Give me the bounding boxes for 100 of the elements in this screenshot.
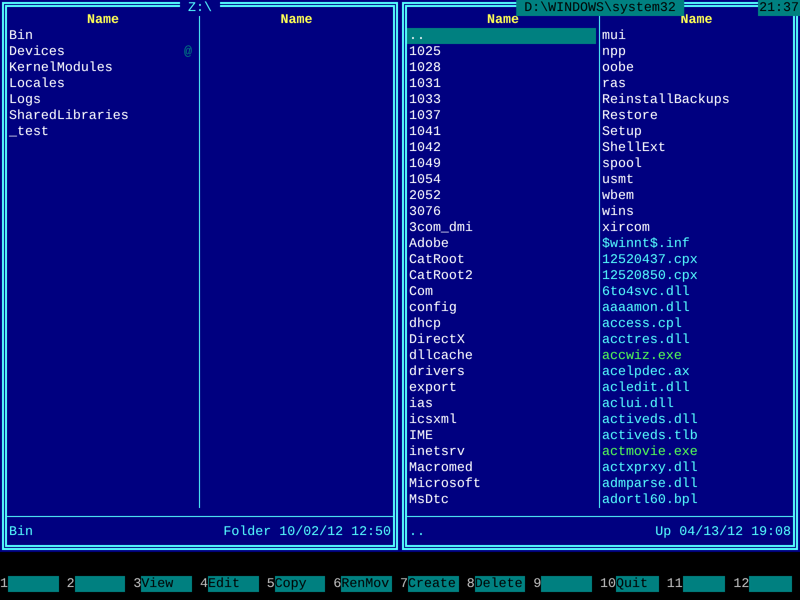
file-row[interactable]: mui xyxy=(600,28,790,44)
file-name: DirectX xyxy=(409,332,465,348)
file-row[interactable]: 12520437.cpx xyxy=(600,252,790,268)
file-row[interactable]: $winnt$.inf xyxy=(600,236,790,252)
file-name: adortl60.bpl xyxy=(602,492,698,508)
file-row[interactable]: export xyxy=(407,380,596,396)
status-name: Bin xyxy=(9,524,33,540)
file-row[interactable]: IME xyxy=(407,428,596,444)
panel-path: Z:\ xyxy=(180,0,220,16)
column-header: Name xyxy=(280,12,314,28)
file-row[interactable]: dhcp xyxy=(407,316,596,332)
file-row[interactable]: ReinstallBackups xyxy=(600,92,790,108)
file-row[interactable]: accwiz.exe xyxy=(600,348,790,364)
file-row[interactable]: CatRoot2 xyxy=(407,268,596,284)
file-row[interactable]: actxprxy.dll xyxy=(600,460,790,476)
file-row[interactable]: 1049 xyxy=(407,156,596,172)
file-row[interactable]: actmovie.exe xyxy=(600,444,790,460)
file-name: 1054 xyxy=(409,172,441,188)
file-row[interactable]: Locales xyxy=(7,76,196,92)
file-row[interactable]: xircom xyxy=(600,220,790,236)
file-name: admparse.dll xyxy=(602,476,698,492)
file-row[interactable]: oobe xyxy=(600,60,790,76)
function-key-button[interactable]: RenMov xyxy=(341,576,392,592)
file-row[interactable]: KernelModules xyxy=(7,60,196,76)
file-name: Logs xyxy=(9,92,41,108)
file-name: acelpdec.ax xyxy=(602,364,690,380)
file-row[interactable]: DirectX xyxy=(407,332,596,348)
function-key-button[interactable]: Copy xyxy=(274,576,326,592)
file-row[interactable]: Bin xyxy=(7,28,196,44)
file-row[interactable]: Restore xyxy=(600,108,790,124)
file-row[interactable]: 12520850.cpx xyxy=(600,268,790,284)
file-row[interactable]: 3com_dmi xyxy=(407,220,596,236)
file-row[interactable]: Microsoft xyxy=(407,476,596,492)
file-row[interactable]: access.cpl xyxy=(600,316,790,332)
file-row[interactable]: activeds.tlb xyxy=(600,428,790,444)
file-row[interactable]: 1037 xyxy=(407,108,596,124)
file-row[interactable]: 1033 xyxy=(407,92,596,108)
file-row[interactable]: wbem xyxy=(600,188,790,204)
file-row[interactable]: 1054 xyxy=(407,172,596,188)
file-row[interactable]: MsDtc xyxy=(407,492,596,508)
file-row[interactable]: acledit.dll xyxy=(600,380,790,396)
file-row[interactable]: Devices @ xyxy=(7,44,196,60)
file-row[interactable]: Macromed xyxy=(407,460,596,476)
file-row[interactable]: dllcache xyxy=(407,348,596,364)
file-name: Bin xyxy=(9,28,33,44)
file-row[interactable]: wins xyxy=(600,204,790,220)
file-row[interactable]: 1031 xyxy=(407,76,596,92)
file-row[interactable]: 1041 xyxy=(407,124,596,140)
file-row[interactable]: CatRoot xyxy=(407,252,596,268)
function-key-button[interactable]: Delete xyxy=(474,576,526,592)
file-name: CatRoot xyxy=(409,252,465,268)
file-row[interactable]: ias xyxy=(407,396,596,412)
status-date: 10/02/12 xyxy=(279,524,344,540)
file-row[interactable]: Setup xyxy=(600,124,790,140)
file-name: .. xyxy=(409,28,425,44)
function-key-button[interactable]: Create xyxy=(408,576,459,592)
file-row[interactable]: config xyxy=(407,300,596,316)
function-key-button[interactable]: View xyxy=(141,576,192,592)
file-row[interactable]: inetsrv xyxy=(407,444,596,460)
file-row[interactable]: acctres.dll xyxy=(600,332,790,348)
key-number: 2 xyxy=(66,576,75,592)
file-row[interactable]: drivers xyxy=(407,364,596,380)
file-row[interactable]: SharedLibraries xyxy=(7,108,196,124)
file-row[interactable]: 1028 xyxy=(407,60,596,76)
file-name: ias xyxy=(409,396,433,412)
file-name: dllcache xyxy=(409,348,473,364)
file-row[interactable]: icsxml xyxy=(407,412,596,428)
file-row[interactable]: _test xyxy=(7,124,196,140)
file-name: config xyxy=(409,300,457,316)
file-row[interactable]: .. xyxy=(407,28,596,44)
file-name: 1031 xyxy=(409,76,441,92)
file-name: export xyxy=(409,380,457,396)
file-name: activeds.dll xyxy=(602,412,698,428)
file-row[interactable]: Com xyxy=(407,284,596,300)
function-key-button[interactable] xyxy=(682,576,726,592)
file-row[interactable]: ras xyxy=(600,76,790,92)
file-row[interactable]: 2052 xyxy=(407,188,596,204)
file-row[interactable]: 6to4svc.dll xyxy=(600,284,790,300)
file-row[interactable]: 1025 xyxy=(407,44,596,60)
file-row[interactable]: aaaamon.dll xyxy=(600,300,790,316)
file-row[interactable]: adortl60.bpl xyxy=(600,492,790,508)
file-row[interactable]: 3076 xyxy=(407,204,596,220)
file-name: oobe xyxy=(602,60,634,76)
file-row[interactable]: acelpdec.ax xyxy=(600,364,790,380)
file-row[interactable]: activeds.dll xyxy=(600,412,790,428)
key-number: 9 xyxy=(533,576,542,592)
file-row[interactable]: Adobe xyxy=(407,236,596,252)
file-row[interactable]: aclui.dll xyxy=(600,396,790,412)
file-name: 12520850.cpx xyxy=(602,268,698,284)
file-row[interactable]: Logs xyxy=(7,92,196,108)
file-row[interactable]: spool xyxy=(600,156,790,172)
file-row[interactable]: ShellExt xyxy=(600,140,790,156)
file-row[interactable]: npp xyxy=(600,44,790,60)
file-row[interactable]: 1042 xyxy=(407,140,596,156)
file-row[interactable]: usmt xyxy=(600,172,790,188)
file-name: 1049 xyxy=(409,156,441,172)
function-key-button[interactable]: Quit xyxy=(616,576,659,592)
file-row[interactable]: admparse.dll xyxy=(600,476,790,492)
function-key-button[interactable]: Edit xyxy=(208,576,259,592)
file-name: acctres.dll xyxy=(602,332,690,348)
